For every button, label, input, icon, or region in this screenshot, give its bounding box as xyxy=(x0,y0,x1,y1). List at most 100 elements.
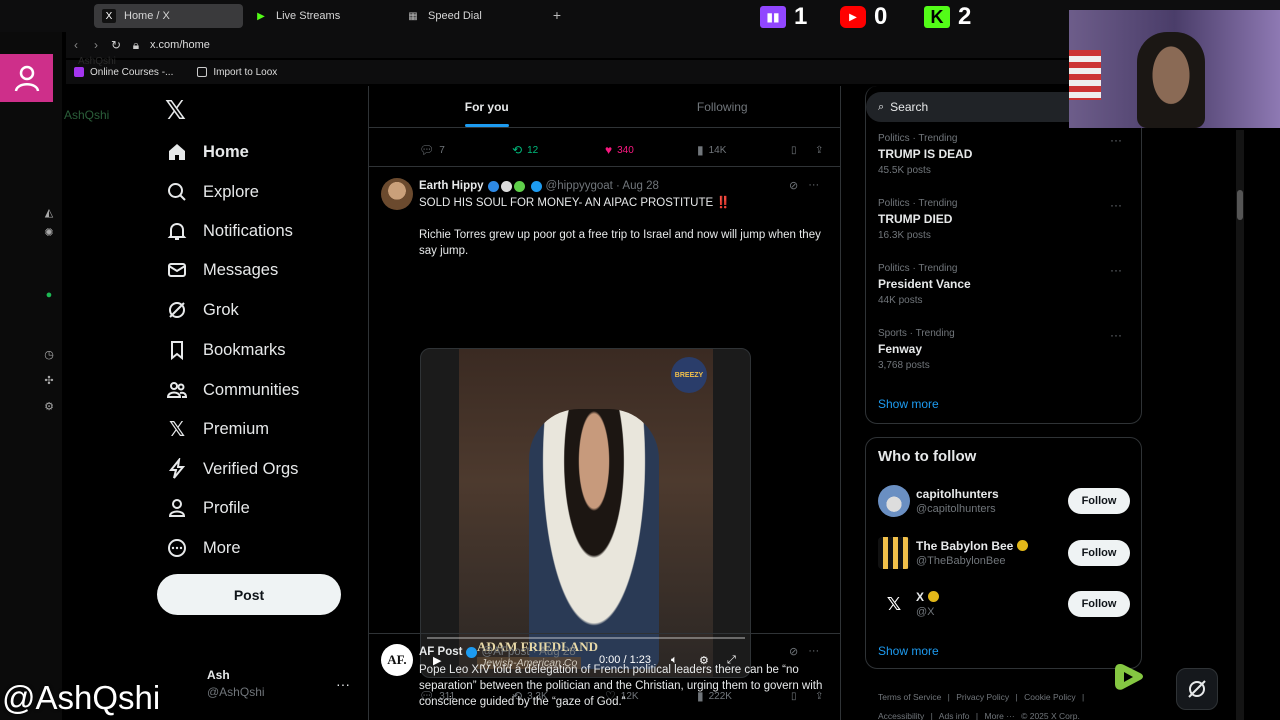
mail-icon xyxy=(165,258,189,282)
x-logo-icon[interactable]: 𝕏 xyxy=(165,95,186,126)
nav-label: Bookmarks xyxy=(203,340,286,359)
footer-link[interactable]: Terms of Service xyxy=(878,692,941,702)
more-icon[interactable]: ··· xyxy=(1110,198,1122,212)
avatar[interactable]: 𝕏 xyxy=(878,588,910,620)
youtube-viewer-counter: ▶ 0 xyxy=(840,3,887,31)
avatar[interactable] xyxy=(878,537,910,569)
post-button[interactable]: Post xyxy=(157,574,341,615)
profile-icon[interactable] xyxy=(0,54,53,102)
tab-speed-dial[interactable]: ▦ Speed Dial xyxy=(398,4,548,28)
verified-badge-icon xyxy=(466,646,478,658)
nav-explore[interactable]: Explore xyxy=(165,178,259,206)
trends-show-more[interactable]: Show more xyxy=(878,397,939,411)
trend-title: Fenway xyxy=(878,342,923,356)
follow-suggestion[interactable]: 𝕏 X @X Follow xyxy=(878,588,1130,622)
nav-premium[interactable]: 𝕏 Premium xyxy=(165,415,269,443)
repost-button[interactable]: ⟲ 12 xyxy=(512,143,538,157)
like-count: 340 xyxy=(617,144,634,156)
feed-tabs: For you Following xyxy=(369,86,840,128)
nav-messages[interactable]: Messages xyxy=(165,256,278,284)
udemy-icon xyxy=(74,67,84,77)
follow-button[interactable]: Follow xyxy=(1068,540,1130,566)
author-name[interactable]: Earth Hippy xyxy=(419,180,484,192)
avatar[interactable] xyxy=(381,178,413,210)
twitch-viewer-counter: ▮▮ 1 xyxy=(760,3,807,31)
follow-show-more[interactable]: Show more xyxy=(878,644,939,658)
grok-floating-button[interactable] xyxy=(1176,668,1218,710)
reload-icon[interactable]: ↻ xyxy=(106,38,126,52)
extensions-icon[interactable]: ✣ xyxy=(42,374,56,388)
nav-bookmarks[interactable]: Bookmarks xyxy=(165,336,286,364)
flag-image xyxy=(1069,50,1101,100)
chatgpt-icon[interactable]: ✺ xyxy=(42,226,56,240)
tab-label: Live Streams xyxy=(276,10,341,22)
nav-grok[interactable]: Grok xyxy=(165,296,239,324)
bookmark-online-courses[interactable]: Online Courses -... xyxy=(74,67,173,78)
more-icon[interactable]: ··· xyxy=(1110,263,1122,277)
grok-explain-icon[interactable]: ⊘ xyxy=(789,645,798,658)
author-handle[interactable]: @hippyygoat · Aug 28 xyxy=(546,180,659,192)
footer-link[interactable]: Ads info xyxy=(939,711,970,720)
search-input[interactable]: ⌕ Search xyxy=(866,92,1086,122)
follow-suggestion[interactable]: The Babylon Bee @TheBabylonBee Follow xyxy=(878,537,1130,571)
footer-link[interactable]: Accessibility xyxy=(878,711,924,720)
back-icon[interactable]: ‹ xyxy=(66,38,86,52)
nav-verified-orgs[interactable]: Verified Orgs xyxy=(165,455,298,483)
settings-icon[interactable]: ⚙ xyxy=(42,400,56,414)
trend-posts: 3,768 posts xyxy=(878,360,930,371)
nav-communities[interactable]: Communities xyxy=(165,376,299,404)
more-icon[interactable]: ··· xyxy=(1110,133,1122,147)
more-icon[interactable]: ··· xyxy=(1110,328,1122,342)
scrollbar-thumb[interactable] xyxy=(1237,190,1243,220)
tweet[interactable]: Earth Hippy @hippyygoat · Aug 28 ⊘ ··· S… xyxy=(369,166,840,703)
vivaldi-icon[interactable]: ◭ xyxy=(42,206,56,220)
url-field[interactable]: x.com/home xyxy=(150,39,210,51)
footer-link[interactable]: Cookie Policy xyxy=(1024,692,1076,702)
nav-profile[interactable]: Profile xyxy=(165,494,250,522)
tab-for-you[interactable]: For you xyxy=(369,86,605,127)
bookmark-import-loox[interactable]: Import to Loox xyxy=(197,67,277,78)
trend-item[interactable]: Politics · Trending President Vance 44K … xyxy=(878,263,1138,306)
nav-more[interactable]: More xyxy=(165,534,241,562)
video-player[interactable]: BREEZY ADAM FRIEDLAND Jewish-American Co… xyxy=(420,348,751,678)
author-handle[interactable]: @AFpost · Aug 28 xyxy=(481,646,575,658)
kick-icon: K xyxy=(924,6,950,28)
browser-sidebar: ◭ ✺ ● ◷ ✣ ⚙ xyxy=(0,32,62,720)
history-icon[interactable]: ◷ xyxy=(42,348,56,362)
avatar[interactable]: AF. xyxy=(381,644,413,676)
more-icon[interactable]: ··· xyxy=(808,645,819,658)
avatar[interactable] xyxy=(878,485,910,517)
x-icon: 𝕏 xyxy=(168,418,186,441)
account-more-icon[interactable]: ··· xyxy=(336,676,350,692)
nav-home[interactable]: Home xyxy=(165,138,249,166)
follow-button[interactable]: Follow xyxy=(1068,488,1130,514)
trend-item[interactable]: Politics · Trending TRUMP IS DEAD 45.5K … xyxy=(878,133,1138,176)
suggestion-name: capitolhunters xyxy=(916,487,999,501)
like-button[interactable]: ♥ 340 xyxy=(605,143,634,157)
footer-link[interactable]: More ··· xyxy=(984,711,1014,720)
follow-button[interactable]: Follow xyxy=(1068,591,1130,617)
tab-live-streams[interactable]: ▶ Live Streams xyxy=(246,4,396,28)
page-scrollbar[interactable] xyxy=(1236,130,1244,720)
trend-item[interactable]: Sports · Trending Fenway 3,768 posts ··· xyxy=(878,328,1138,371)
more-icon[interactable]: ··· xyxy=(808,179,819,192)
reply-button[interactable]: 💬︎ 7 xyxy=(419,143,445,157)
grok-explain-icon[interactable]: ⊘ xyxy=(789,179,798,192)
bookmark-tweet-icon[interactable]: ▯ xyxy=(791,145,797,156)
follow-suggestion[interactable]: capitolhunters @capitolhunters Follow xyxy=(878,485,1130,519)
share-icon[interactable]: ⇪ xyxy=(815,145,823,156)
trend-item[interactable]: Politics · Trending TRUMP DIED 16.3K pos… xyxy=(878,198,1138,241)
address-bar: ‹ › ↻ 🔒︎ x.com/home xyxy=(66,32,1070,58)
author-name[interactable]: AF Post xyxy=(419,646,462,658)
x-favicon-icon: X xyxy=(102,9,116,23)
tweet[interactable]: AF. AF Post @AFpost · Aug 28 ⊘ ··· Pope … xyxy=(369,634,840,720)
nav-notifications[interactable]: Notifications xyxy=(165,217,293,245)
tab-home-x[interactable]: X Home / X xyxy=(94,4,243,28)
spotify-icon[interactable]: ● xyxy=(42,288,56,302)
views-button[interactable]: ▮ 14K xyxy=(697,143,726,157)
footer-link[interactable]: Privacy Policy xyxy=(956,692,1009,702)
tab-following[interactable]: Following xyxy=(605,86,841,127)
forward-icon[interactable]: › xyxy=(86,38,106,52)
new-tab-icon[interactable]: + xyxy=(550,8,564,22)
account-switcher[interactable]: Ash @AshQshi xyxy=(207,668,265,699)
